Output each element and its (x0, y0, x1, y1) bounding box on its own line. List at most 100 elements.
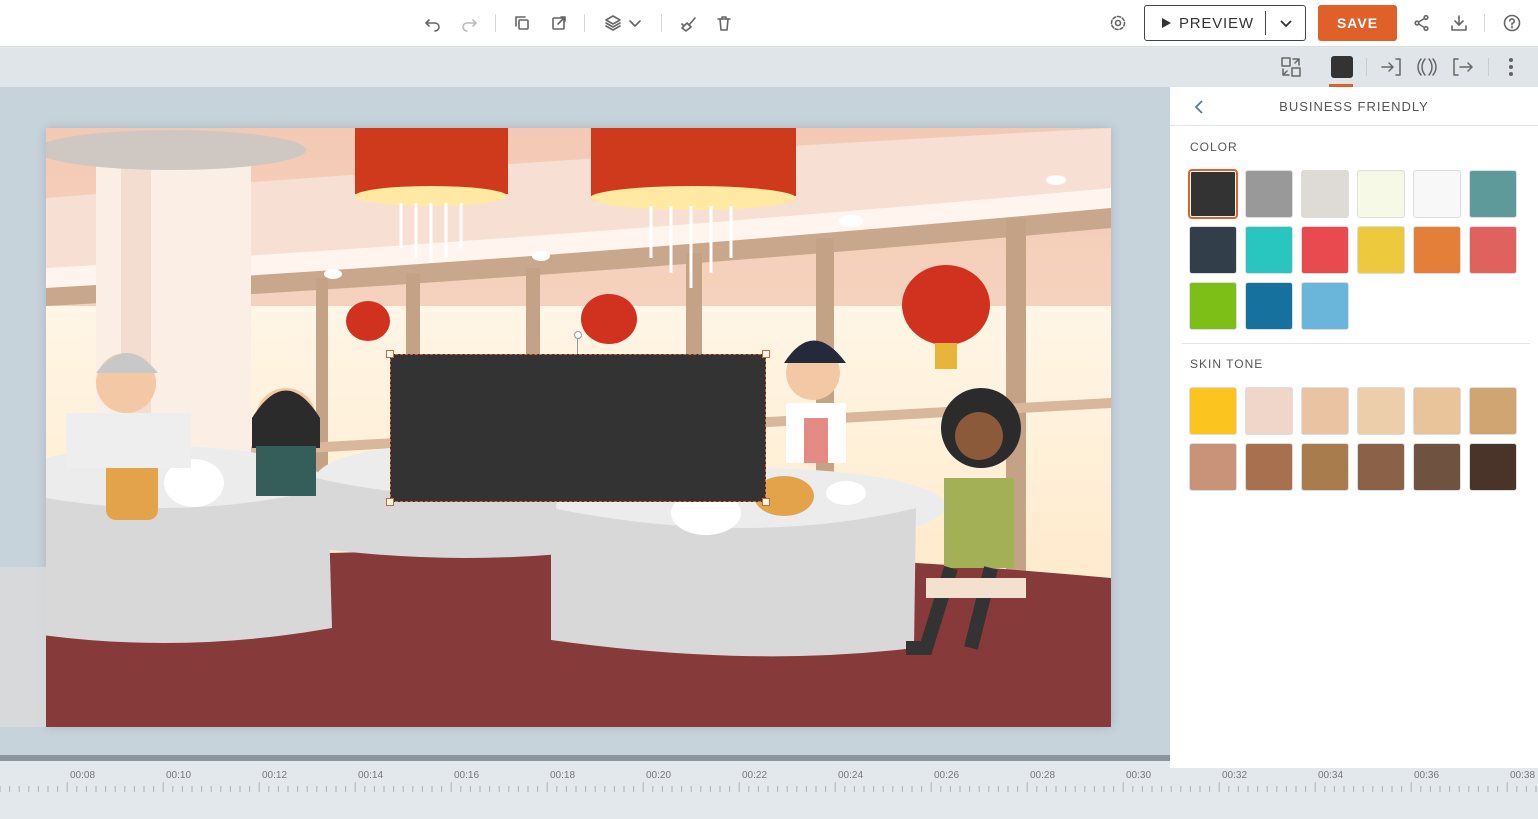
color-swatch[interactable] (1189, 282, 1237, 330)
timeline-time-label: 00:08 (70, 770, 96, 781)
panel-header: BUSINESS FRIENDLY (1170, 87, 1538, 126)
layers-icon[interactable] (601, 11, 625, 35)
trash-icon[interactable] (712, 11, 736, 35)
skin-tone-swatch-grid (1189, 387, 1517, 491)
color-swatch-grid (1188, 169, 1517, 330)
download-icon[interactable] (1447, 11, 1471, 35)
timeline-time-label: 00:34 (1318, 770, 1344, 781)
fill-color-swatch[interactable] (1331, 56, 1353, 78)
toolbar-divider (661, 14, 662, 32)
timeline-time-label: 00:22 (742, 770, 768, 781)
preview-button[interactable]: PREVIEW (1144, 5, 1306, 41)
skin-tone-swatch[interactable] (1189, 443, 1237, 491)
skin-tone-swatch[interactable] (1413, 387, 1461, 435)
color-swatch[interactable] (1413, 170, 1461, 218)
timeline-time-label: 00:26 (934, 770, 960, 781)
tablecloth-overflow (0, 567, 46, 727)
color-swatch[interactable] (1245, 282, 1293, 330)
timeline-time-label: 00:10 (166, 770, 192, 781)
timeline-time-label: 00:12 (262, 770, 288, 781)
timeline-time-label: 00:16 (454, 770, 480, 781)
color-swatch[interactable] (1413, 226, 1461, 274)
timeline-time-label: 00:28 (1030, 770, 1056, 781)
skin-tone-swatch[interactable] (1301, 443, 1349, 491)
toolbar-divider (1484, 14, 1485, 32)
toolbar-divider (495, 14, 496, 32)
chevron-down-icon (1279, 20, 1292, 28)
color-swatch[interactable] (1245, 170, 1293, 218)
resize-handle-bottom-left[interactable] (386, 498, 394, 506)
lantern-2 (581, 294, 637, 344)
timeline-time-label: 00:36 (1414, 770, 1440, 781)
selected-rectangle-shape[interactable] (390, 354, 766, 502)
lantern-1 (346, 301, 390, 341)
play-icon (1162, 18, 1171, 28)
panel-title: BUSINESS FRIENDLY (1279, 98, 1429, 114)
timeline-ruler[interactable]: 00:08 00:10 00:12 00:14 00:16 00:18 00:20 00:22… (0, 768, 1538, 819)
toolbar-divider (1366, 58, 1367, 76)
color-swatch[interactable] (1301, 282, 1349, 330)
clear-brush-icon[interactable] (676, 11, 700, 35)
rotation-handle[interactable] (574, 331, 582, 339)
more-options-icon[interactable] (1499, 55, 1523, 79)
preview-label: PREVIEW (1179, 14, 1254, 32)
enter-effect-icon[interactable] (1379, 55, 1403, 79)
color-swatch[interactable] (1245, 226, 1293, 274)
share-icon[interactable] (1410, 11, 1434, 35)
color-swatch[interactable] (1189, 226, 1237, 274)
resize-handle-top-right[interactable] (762, 350, 770, 358)
timeline-time-label: 00:18 (550, 770, 576, 781)
panel-divider (1182, 343, 1530, 344)
back-chevron-icon[interactable] (1192, 99, 1206, 115)
paste-icon[interactable] (547, 11, 571, 35)
timeline-ticks (0, 782, 1537, 792)
color-swatch[interactable] (1357, 226, 1405, 274)
save-button[interactable]: SAVE (1318, 5, 1397, 41)
copy-icon[interactable] (510, 11, 534, 35)
undo-icon[interactable] (421, 11, 445, 35)
timeline-time-label: 00:20 (646, 770, 672, 781)
redo-icon[interactable] (457, 11, 481, 35)
skin-tone-section-label: SKIN TONE (1190, 357, 1264, 371)
color-swatch[interactable] (1301, 226, 1349, 274)
stage-scrollbar[interactable] (0, 755, 1170, 761)
pillar-cap (46, 130, 306, 170)
timeline-time-label: 00:24 (838, 770, 864, 781)
skin-tone-swatch[interactable] (1357, 387, 1405, 435)
woman-with-tablet (252, 388, 320, 496)
swap-replace-icon[interactable] (1279, 55, 1303, 79)
emphasis-effect-icon[interactable] (1415, 55, 1439, 79)
color-swatch[interactable] (1469, 226, 1517, 274)
timeline-time-label: 00:30 (1126, 770, 1152, 781)
help-icon[interactable] (1500, 11, 1524, 35)
preview-dropdown-button[interactable] (1266, 16, 1305, 30)
skin-tone-swatch[interactable] (1413, 443, 1461, 491)
top-toolbar: PREVIEW SAVE (0, 0, 1538, 47)
resize-handle-bottom-right[interactable] (762, 498, 770, 506)
skin-tone-swatch[interactable] (1189, 387, 1237, 435)
color-section-label: COLOR (1190, 140, 1238, 154)
skin-tone-swatch[interactable] (1301, 387, 1349, 435)
color-swatch[interactable] (1357, 170, 1405, 218)
color-swatch[interactable] (1301, 170, 1349, 218)
rotation-line (577, 339, 578, 354)
layers-dropdown-chevron-icon[interactable] (623, 11, 647, 35)
color-swatch[interactable] (1469, 170, 1517, 218)
timeline-time-label: 00:14 (358, 770, 384, 781)
toolbar-divider (1488, 58, 1489, 76)
resize-handle-top-left[interactable] (386, 350, 394, 358)
exit-effect-icon[interactable] (1451, 55, 1475, 79)
skin-tone-swatch[interactable] (1469, 443, 1517, 491)
timeline-time-label: 00:38 (1510, 770, 1536, 781)
timeline-time-label: 00:32 (1222, 770, 1248, 781)
settings-gear-icon[interactable] (1106, 11, 1130, 35)
color-swatch[interactable] (1188, 169, 1238, 219)
toolbar-divider (584, 14, 585, 32)
properties-panel: BUSINESS FRIENDLY COLOR SKIN TONE (1170, 87, 1538, 768)
skin-tone-swatch[interactable] (1357, 443, 1405, 491)
skin-tone-swatch[interactable] (1245, 443, 1293, 491)
skin-tone-swatch[interactable] (1245, 387, 1293, 435)
preview-main-button[interactable]: PREVIEW (1145, 6, 1265, 40)
skin-tone-swatch[interactable] (1469, 387, 1517, 435)
properties-toolbar (0, 48, 1538, 87)
